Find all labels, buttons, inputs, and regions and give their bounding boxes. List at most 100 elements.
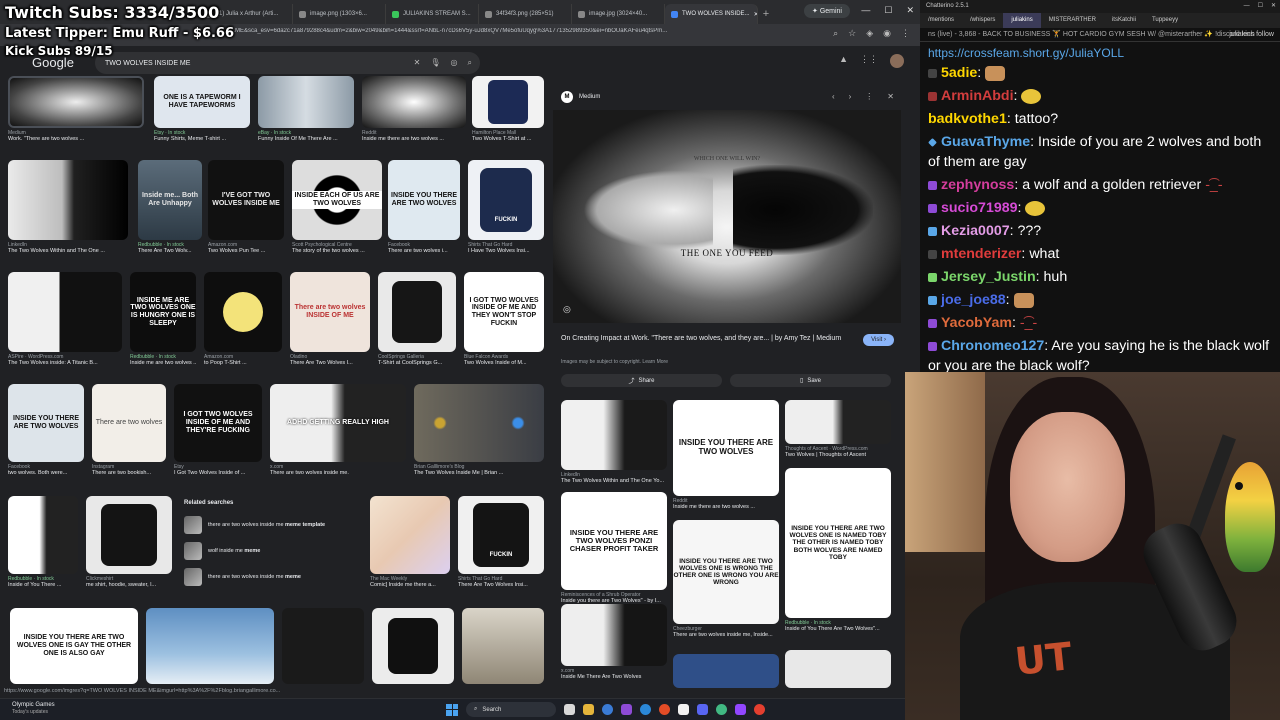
search-input[interactable]: TWO WOLVES INSIDE ME ✕ 🎙 ◎ ⌕ [95, 52, 480, 74]
chat-username[interactable]: YacobYam [941, 315, 1012, 331]
image-result[interactable]: INSIDE YOU THERE ARE TWO WOLVES Facebook… [8, 384, 84, 476]
related-image[interactable] [673, 654, 779, 688]
chat-link[interactable]: https://crossfeam.short.gy/JuliaYOLL [928, 46, 1124, 60]
lens-icon[interactable]: ◎ [451, 58, 458, 68]
image-result[interactable]: INSIDE ME ARE TWO WOLVES ONE IS HUNGRY O… [130, 272, 196, 366]
channel-follow[interactable]: juliakins follow [1229, 28, 1274, 41]
related-image[interactable] [785, 650, 891, 688]
image-result[interactable]: Reddit Inside me there are two wolves ..… [362, 76, 466, 142]
windows-start-icon[interactable] [446, 703, 458, 716]
image-result[interactable]: FUCKIN Shirts That Go Hard There Are Two… [458, 496, 544, 588]
image-result[interactable]: ASPire · WordPress.com The Two Wolves in… [8, 272, 122, 366]
app-icon[interactable] [716, 704, 727, 715]
image-result[interactable]: Redbubble · In stock Inside of You There… [8, 496, 78, 588]
related-image[interactable]: INSIDE YOU THERE ARE TWO WOLVES ONE IS N… [785, 468, 891, 632]
image-result[interactable]: Hamilton Place Mall Two Wolves T-Shirt a… [472, 76, 544, 142]
chat-tab[interactable]: Tuppeeyy [1144, 13, 1186, 28]
tab[interactable]: JULIAKINS STREAM S... [386, 4, 479, 24]
image-result[interactable]: eBay · In stock Funny Inside Of Me There… [258, 76, 354, 142]
panel-source[interactable]: Medium [579, 94, 600, 100]
chat-username[interactable]: Kezia0007 [941, 223, 1010, 239]
file-explorer-icon[interactable] [564, 704, 575, 715]
chat-username[interactable]: badkvothe1 [928, 111, 1007, 127]
edge-icon[interactable] [602, 704, 613, 715]
chat-tab[interactable]: /mentions [920, 13, 962, 28]
mic-icon[interactable]: 🎙 [430, 58, 440, 68]
more-icon[interactable]: ⋮ [865, 92, 873, 101]
app-icon[interactable] [640, 704, 651, 715]
app-icon[interactable] [678, 704, 689, 715]
twitch-icon[interactable] [735, 704, 746, 715]
related-image[interactable]: INSIDE YOU THERE ARE TWO WOLVES PONZI CH… [561, 492, 667, 604]
prev-icon[interactable]: ‹ [832, 92, 835, 101]
image-result[interactable]: LinkedIn The Two Wolves Within and The O… [8, 160, 128, 254]
image-result[interactable]: Brian Galllimore's Blog The Two Wolves I… [414, 384, 544, 476]
minimize-icon[interactable]: — [861, 5, 870, 16]
visit-button[interactable]: Visit › [863, 334, 894, 346]
chat-username[interactable]: joe_joe88 [941, 292, 1006, 308]
chat-username[interactable]: GuavaThyme [941, 134, 1030, 150]
chrome-icon[interactable] [659, 704, 670, 715]
image-result[interactable]: INSIDE YOU THERE ARE TWO WOLVES Facebook… [388, 160, 460, 254]
related-image[interactable]: LinkedIn The Two Wolves Within and The O… [561, 400, 667, 484]
tab[interactable]: image.png (1303×6... [293, 4, 386, 24]
search-icon[interactable]: ⌕ [468, 58, 472, 68]
chat-tab-active[interactable]: juliakins [1003, 13, 1041, 28]
folder-icon[interactable] [583, 704, 594, 715]
chat-link-line[interactable]: https://crossfeam.short.gy/JuliaYOLL [928, 46, 1272, 60]
image-result[interactable]: INSIDE EACH OF US ARE TWO WOLVES Scott P… [292, 160, 382, 254]
chat-username[interactable]: zephynoss [941, 177, 1014, 193]
star-icon[interactable]: ☆ [848, 28, 856, 39]
menu-icon[interactable]: ⋮ [901, 28, 910, 39]
chat-username[interactable]: sucio71989 [941, 200, 1018, 216]
preview-title[interactable]: On Creating Impact at Work. "There are t… [561, 334, 851, 343]
next-icon[interactable]: › [849, 92, 852, 101]
tab-active[interactable]: TWO WOLVES INSIDE...✕ [665, 4, 758, 24]
image-result[interactable] [462, 608, 544, 684]
image-result[interactable]: I GOT TWO WOLVES INSIDE OF ME AND THEY'R… [174, 384, 262, 476]
discord-icon[interactable] [697, 704, 708, 715]
lens-icon[interactable]: ◎ [563, 304, 571, 315]
share-button[interactable]: ⤴ Share [561, 374, 722, 387]
close-icon[interactable]: ✕ [1271, 0, 1276, 13]
gemini-button[interactable]: ✦ Gemini [803, 4, 850, 18]
close-icon[interactable]: ✕ [887, 92, 894, 101]
image-result[interactable] [146, 608, 274, 684]
chat-username[interactable]: 5adie [941, 65, 977, 81]
chat-username[interactable]: Jersey_Justin [941, 269, 1036, 285]
image-result[interactable]: CoolSprings Galleria T-Shirt at CoolSpri… [378, 272, 456, 366]
image-result[interactable] [372, 608, 454, 684]
image-result[interactable]: INSIDE YOU THERE ARE TWO WOLVES ONE IS G… [10, 608, 138, 684]
clear-icon[interactable]: ✕ [414, 58, 421, 68]
image-result[interactable] [282, 608, 364, 684]
image-result[interactable]: There are two wolves INSIDE OF ME Oladin… [290, 272, 370, 366]
url-field[interactable]: ...ME&sca_esv=6da2c71a879288c4&udm=2&biw… [230, 28, 750, 42]
related-image[interactable]: INSIDE YOU THERE ARE TWO WOLVES ONE IS W… [673, 520, 779, 638]
weather-widget[interactable]: Olympic Games Today's updates [12, 702, 55, 715]
chat-tab[interactable]: itsKatchii [1104, 13, 1144, 28]
image-result[interactable]: I'VE GOT TWO WOLVES INSIDE ME Amazon.com… [208, 160, 284, 254]
taskbar-search[interactable]: ⌕ Search [466, 702, 556, 717]
related-image[interactable]: INSIDE YOU THERE ARE TWO WOLVES Reddit I… [673, 400, 779, 510]
new-tab-button[interactable]: + [758, 4, 774, 24]
related-item[interactable]: there are two wolves inside me meme temp… [180, 512, 365, 538]
minimize-icon[interactable]: — [1244, 0, 1250, 13]
tab[interactable]: image.jpg (3024×40... [572, 4, 665, 24]
chat-username[interactable]: Chronomeo127 [941, 338, 1044, 354]
chat-tab[interactable]: /whispers [962, 13, 1003, 28]
app-icon[interactable] [621, 704, 632, 715]
image-result[interactable]: Clickmeshirt me shirt, hoodie, sweater, … [86, 496, 172, 588]
image-result[interactable]: The Mac Weekly Comic] Inside me there a.… [370, 496, 450, 588]
related-item[interactable]: wolf inside me meme [180, 538, 365, 564]
labs-icon[interactable]: ▲ [839, 54, 848, 68]
chat-username[interactable]: ArminAbdi [941, 88, 1014, 104]
save-button[interactable]: ▯ Save [730, 374, 891, 387]
image-result[interactable]: Medium Work. "There are two wolves ... [8, 76, 144, 142]
related-image[interactable]: Thoughts of Ascent · WordPress.com Two W… [785, 400, 891, 458]
maximize-icon[interactable]: ☐ [884, 5, 892, 16]
image-result[interactable]: Amazon.com to Poop T-Shirt ... [204, 272, 282, 366]
app-icon[interactable] [754, 704, 765, 715]
profile-icon[interactable]: ◉ [883, 28, 891, 39]
related-item[interactable]: there are two wolves inside me meme [180, 564, 365, 590]
image-result[interactable]: There are two wolves Instagram There are… [92, 384, 166, 476]
